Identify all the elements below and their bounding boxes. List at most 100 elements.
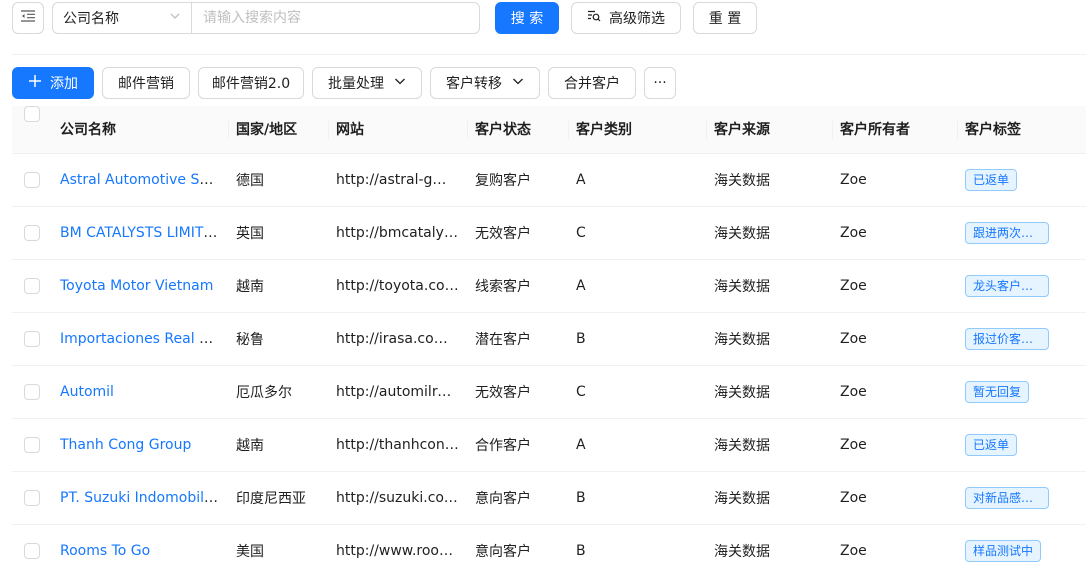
column-header-website[interactable]: 网站	[328, 106, 467, 154]
divider	[12, 54, 1086, 55]
website-cell: http://www.roomstogo.com	[336, 543, 467, 559]
column-header-source[interactable]: 客户来源	[706, 106, 832, 154]
column-header-category[interactable]: 客户类别	[568, 106, 706, 154]
tag-cell: 报过价客户未回复	[957, 328, 1086, 350]
customer-tag: 已返单	[965, 169, 1018, 191]
column-header-status[interactable]: 客户状态	[467, 106, 568, 154]
row-select-cell	[12, 172, 52, 188]
table-row[interactable]: Astral Automotive Systems 德国 http://astral…	[12, 154, 1086, 207]
row-checkbox[interactable]	[24, 437, 40, 453]
more-actions-button[interactable]: ···	[644, 67, 676, 99]
category-cell: C	[576, 225, 586, 241]
column-header-company[interactable]: 公司名称	[52, 106, 228, 154]
select-all-cell	[12, 105, 52, 154]
website-cell: http://suzuki.co.id	[336, 490, 461, 506]
company-name-link[interactable]: Rooms To Go	[60, 543, 150, 559]
row-checkbox[interactable]	[24, 331, 40, 347]
owner-cell: Zoe	[840, 278, 867, 294]
status-cell: 潜在客户	[475, 332, 531, 348]
table-row[interactable]: Importaciones Real Automotriz 秘鲁 http://ir…	[12, 313, 1086, 366]
customer-tag: 样品测试中	[965, 540, 1042, 562]
reset-button[interactable]: 重 置	[693, 2, 757, 34]
batch-process-dropdown[interactable]: 批量处理	[312, 67, 422, 99]
status-cell: 合作客户	[475, 438, 531, 454]
owner-cell: Zoe	[840, 490, 867, 506]
add-button[interactable]: 添加	[12, 67, 94, 99]
add-button-label: 添加	[50, 76, 78, 92]
country-cell: 厄瓜多尔	[236, 385, 292, 401]
table-row[interactable]: Toyota Motor Vietnam 越南 http://toyota.com.…	[12, 260, 1086, 313]
customer-tag: 龙头客户，重点跟进	[965, 275, 1049, 297]
batch-process-label: 批量处理	[328, 76, 384, 92]
owner-cell: Zoe	[840, 437, 867, 453]
column-header-country[interactable]: 国家/地区	[228, 106, 328, 154]
table-row[interactable]: Rooms To Go 美国 http://www.roomstogo.com 意向客…	[12, 525, 1086, 573]
advanced-filter-button[interactable]: 高级筛选	[571, 2, 681, 34]
table-row[interactable]: BM CATALYSTS LIMITED 英国 http://bmcatalysts…	[12, 207, 1086, 260]
search-button[interactable]: 搜 索	[495, 2, 559, 34]
email-marketing-2-button[interactable]: 邮件营销2.0	[198, 67, 304, 99]
table-row[interactable]: Automil 厄瓜多尔 http://automilrepuestos.com 无效…	[12, 366, 1086, 419]
status-cell: 复购客户	[475, 173, 531, 189]
category-cell: B	[576, 490, 586, 506]
source-cell: 海关数据	[714, 438, 770, 454]
category-cell: A	[576, 172, 586, 188]
source-cell: 海关数据	[714, 544, 770, 560]
company-name-link[interactable]: PT. Suzuki Indomobil Motor	[60, 490, 228, 506]
source-cell: 海关数据	[714, 332, 770, 348]
column-header-tag[interactable]: 客户标签	[957, 106, 1086, 154]
transfer-customer-label: 客户转移	[446, 76, 502, 92]
row-select-cell	[12, 331, 52, 347]
company-name-link[interactable]: BM CATALYSTS LIMITED	[60, 225, 223, 241]
merge-customer-button[interactable]: 合并客户	[548, 67, 636, 99]
row-checkbox[interactable]	[24, 225, 40, 241]
company-name-link[interactable]: Importaciones Real Automotriz	[60, 331, 228, 347]
row-select-cell	[12, 437, 52, 453]
customer-tag: 暂无回复	[965, 381, 1030, 403]
source-cell: 海关数据	[714, 491, 770, 507]
category-cell: B	[576, 331, 586, 347]
owner-cell: Zoe	[840, 384, 867, 400]
row-checkbox[interactable]	[24, 278, 40, 294]
table-body: Astral Automotive Systems 德国 http://astral…	[12, 154, 1086, 573]
row-select-cell	[12, 490, 52, 506]
row-checkbox[interactable]	[24, 543, 40, 559]
transfer-customer-dropdown[interactable]: 客户转移	[430, 67, 540, 99]
status-cell: 无效客户	[475, 385, 531, 401]
company-name-link[interactable]: Astral Automotive Systems	[60, 172, 228, 188]
category-cell: A	[576, 278, 586, 294]
search-bar: 公司名称 搜 索 高级筛选 重 置	[12, 2, 757, 34]
row-checkbox[interactable]	[24, 172, 40, 188]
search-input[interactable]	[192, 3, 479, 33]
country-cell: 德国	[236, 173, 264, 189]
website-cell: http://astral-gmbh.de	[336, 172, 467, 188]
company-name-link[interactable]: Toyota Motor Vietnam	[60, 278, 213, 294]
country-cell: 越南	[236, 438, 264, 454]
tag-cell: 已返单	[957, 169, 1086, 191]
plus-icon	[28, 74, 50, 92]
search-field-select[interactable]: 公司名称	[53, 3, 192, 33]
tag-cell: 暂无回复	[957, 381, 1086, 403]
status-cell: 意向客户	[475, 491, 531, 507]
company-name-link[interactable]: Thanh Cong Group	[60, 437, 191, 453]
category-cell: C	[576, 384, 586, 400]
email-marketing-button[interactable]: 邮件营销	[102, 67, 190, 99]
action-toolbar: 添加 邮件营销 邮件营销2.0 批量处理 客户转移 合并客户 ···	[12, 67, 684, 99]
row-checkbox[interactable]	[24, 490, 40, 506]
company-name-link[interactable]: Automil	[60, 384, 114, 400]
row-select-cell	[12, 543, 52, 559]
customer-tag: 报过价客户未回复	[965, 328, 1049, 350]
tag-cell: 已返单	[957, 434, 1086, 456]
country-cell: 美国	[236, 544, 264, 560]
collapse-menu-button[interactable]	[12, 2, 44, 34]
filter-search-icon	[587, 9, 609, 27]
column-header-owner[interactable]: 客户所有者	[832, 106, 957, 154]
search-group: 公司名称	[52, 2, 480, 34]
country-cell: 秘鲁	[236, 332, 264, 348]
table-row[interactable]: PT. Suzuki Indomobil Motor 印度尼西亚 http://su…	[12, 472, 1086, 525]
row-select-cell	[12, 225, 52, 241]
table-row[interactable]: Thanh Cong Group 越南 http://thanhcong.com.v…	[12, 419, 1086, 472]
select-all-checkbox[interactable]	[24, 105, 40, 122]
customer-tag: 已返单	[965, 434, 1018, 456]
row-checkbox[interactable]	[24, 384, 40, 400]
